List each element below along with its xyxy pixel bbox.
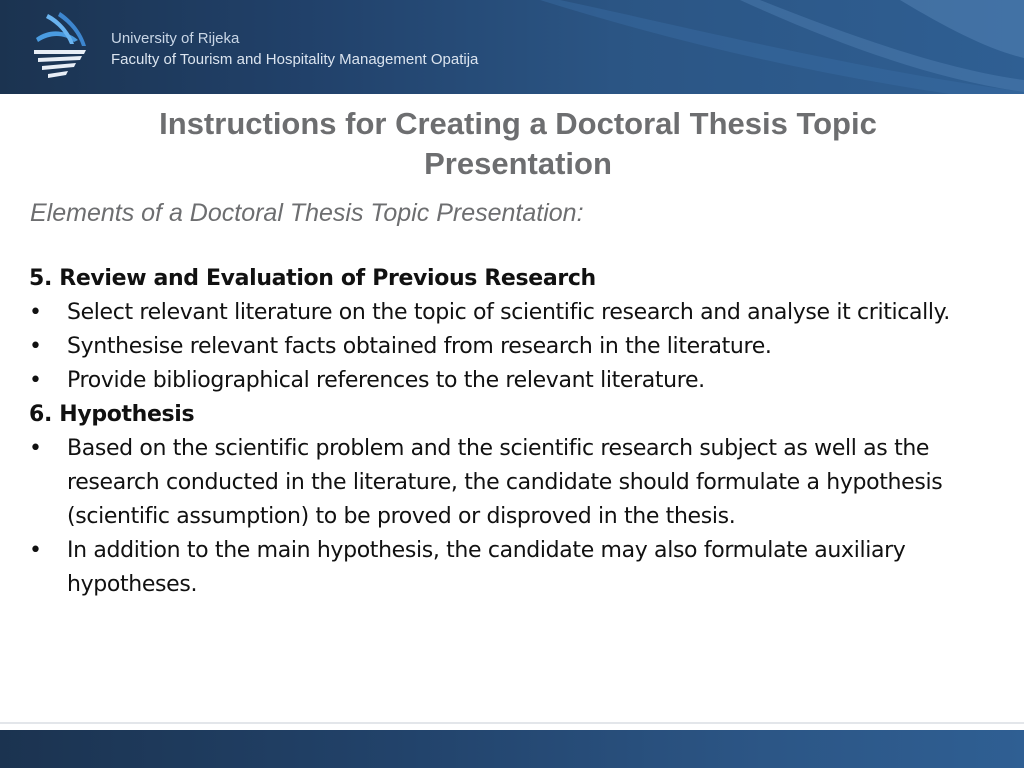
slide-subtitle: Elements of a Doctoral Thesis Topic Pres… <box>30 199 584 227</box>
bullet-icon: • <box>29 368 42 393</box>
bullet-text: Provide bibliographical references to th… <box>67 368 705 393</box>
slide-title: Instructions for Creating a Doctoral The… <box>60 104 976 184</box>
slide-body: 5. Review and Evaluation of Previous Res… <box>29 262 989 602</box>
slide-title-line-2: Presentation <box>424 146 612 181</box>
slide-title-line-1: Instructions for Creating a Doctoral The… <box>159 106 877 141</box>
bullet-list-hypothesis: • Based on the scientific problem and th… <box>29 432 989 602</box>
list-item: • Based on the scientific problem and th… <box>29 432 989 534</box>
footer-divider <box>0 722 1024 724</box>
bullet-list-review: • Select relevant literature on the topi… <box>29 296 989 398</box>
bullet-icon: • <box>29 300 42 325</box>
footer-band <box>0 730 1024 768</box>
list-item: • Provide bibliographical references to … <box>29 364 989 398</box>
bullet-icon: • <box>29 334 42 359</box>
bullet-text: Based on the scientific problem and the … <box>67 436 943 529</box>
faculty-logo-icon <box>34 12 86 78</box>
bullet-icon: • <box>29 436 42 461</box>
bullet-icon: • <box>29 538 42 563</box>
university-name: University of Rijeka <box>111 30 240 47</box>
bullet-text: In addition to the main hypothesis, the … <box>67 538 906 597</box>
list-item: • Synthesise relevant facts obtained fro… <box>29 330 989 364</box>
header-institution: University of Rijeka Faculty of Tourism … <box>111 28 478 70</box>
faculty-name: Faculty of Tourism and Hospitality Manag… <box>111 51 479 68</box>
header-band: University of Rijeka Faculty of Tourism … <box>0 0 1024 94</box>
bullet-text: Synthesise relevant facts obtained from … <box>67 334 772 359</box>
section-heading-hypothesis: 6. Hypothesis <box>29 402 195 427</box>
section-heading-review: 5. Review and Evaluation of Previous Res… <box>29 266 596 291</box>
list-item: • Select relevant literature on the topi… <box>29 296 989 330</box>
list-item: • In addition to the main hypothesis, th… <box>29 534 989 602</box>
slide: University of Rijeka Faculty of Tourism … <box>0 0 1024 768</box>
bullet-text: Select relevant literature on the topic … <box>67 300 950 325</box>
